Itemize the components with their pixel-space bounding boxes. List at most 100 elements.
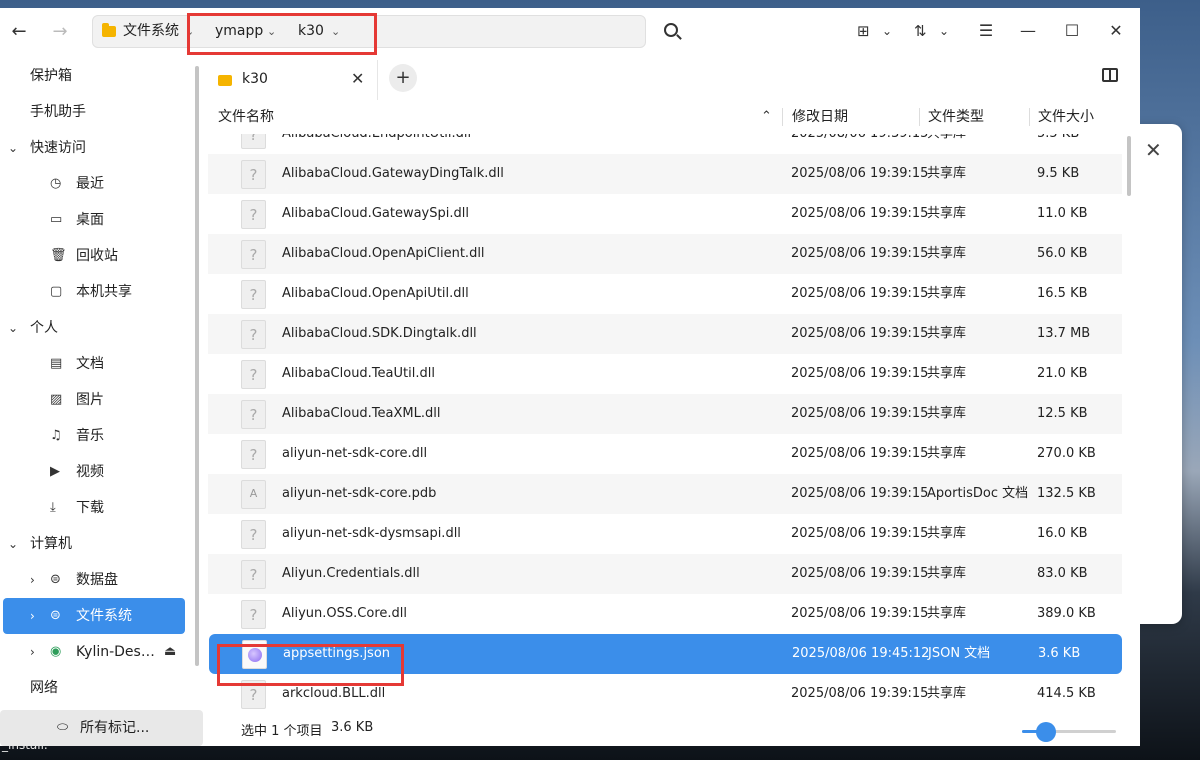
- file-name: AlibabaCloud.TeaUtil.dll: [282, 366, 435, 381]
- search-icon[interactable]: [664, 23, 678, 37]
- file-size: 56.0 KB: [1037, 246, 1088, 261]
- file-row[interactable]: ? Aliyun.OSS.Core.dll 2025/08/06 19:39:15 共…: [208, 594, 1122, 634]
- sidebar-group-personal[interactable]: ⌄ 个人: [0, 310, 200, 346]
- file-type: 共享库: [927, 686, 967, 701]
- file-row[interactable]: ? AlibabaCloud.SDK.Dingtalk.dll 2025/08/06…: [208, 314, 1122, 354]
- sidebar-item-label: 个人: [30, 320, 58, 336]
- forward-arrow-icon[interactable]: →: [48, 20, 72, 44]
- annotation-highlight-box: [187, 13, 377, 55]
- file-size: 132.5 KB: [1037, 486, 1096, 501]
- chevron-down-icon[interactable]: ⌄: [882, 22, 892, 40]
- sidebar-item-label: 桌面: [76, 212, 104, 228]
- file-type: 共享库: [927, 406, 967, 421]
- file-modified-date: 2025/08/06 19:39:15: [791, 606, 929, 621]
- file-list: ? AlibabaCloud.EndpointUtil.dll 2025/08/06…: [208, 134, 1122, 714]
- file-type: 共享库: [927, 134, 966, 154]
- tab-k30[interactable]: k30 ✕: [208, 60, 378, 100]
- zoom-slider-handle[interactable]: [1036, 722, 1056, 742]
- file-modified-date: 2025/08/06 19:39:15: [791, 166, 929, 181]
- sidebar-item-phone-assistant[interactable]: 手机助手: [0, 94, 200, 130]
- chevron-right-icon[interactable]: ›: [30, 562, 35, 598]
- chevron-down-icon[interactable]: ⌄: [8, 310, 18, 346]
- folder-icon: [102, 23, 116, 37]
- selection-count: 选中 1 个项目: [241, 724, 323, 739]
- column-divider[interactable]: [1029, 108, 1030, 126]
- minimize-button[interactable]: —: [1017, 20, 1039, 42]
- file-row[interactable]: ? AlibabaCloud.TeaUtil.dll 2025/08/06 19:3…: [208, 354, 1122, 394]
- file-row[interactable]: ? aliyun-net-sdk-dysmsapi.dll 2025/08/06 1…: [208, 514, 1122, 554]
- sidebar-item-music[interactable]: ♫ 音乐: [0, 418, 200, 454]
- chevron-right-icon[interactable]: ›: [30, 634, 35, 670]
- file-modified-date: 2025/08/06 19:39:15: [791, 446, 929, 461]
- file-row[interactable]: ? AlibabaCloud.OpenApiUtil.dll 2025/08/06 …: [208, 274, 1122, 314]
- all-tags-label: 所有标记...: [80, 720, 150, 736]
- sidebar-item-local-share[interactable]: ▢ 本机共享: [0, 274, 200, 310]
- sidebar-scrollbar[interactable]: [195, 66, 199, 666]
- file-name: AlibabaCloud.EndpointUtil.dll: [282, 134, 471, 154]
- download-icon: ⤓: [50, 500, 56, 515]
- sidebar-group-computer[interactable]: ⌄ 计算机: [0, 526, 200, 562]
- sidebar-toggle-icon[interactable]: [1102, 68, 1118, 82]
- disc-icon: ◉: [50, 644, 62, 659]
- file-row[interactable]: ? AlibabaCloud.TeaXML.dll 2025/08/06 19:39…: [208, 394, 1122, 434]
- background-close-icon[interactable]: ✕: [1145, 138, 1162, 162]
- sidebar-item-recent[interactable]: ◷ 最近: [0, 166, 200, 202]
- column-size[interactable]: 文件大小: [1038, 100, 1094, 134]
- breadcrumb-root[interactable]: 文件系统: [123, 16, 179, 47]
- sidebar-item-downloads[interactable]: ⤓ 下载: [0, 490, 200, 526]
- chevron-down-icon[interactable]: ⌄: [8, 130, 18, 166]
- sort-ascending-icon[interactable]: ⌃: [761, 100, 772, 134]
- add-tab-button[interactable]: +: [389, 64, 417, 92]
- close-icon[interactable]: ✕: [351, 69, 364, 88]
- sidebar-item-documents[interactable]: ▤ 文档: [0, 346, 200, 382]
- file-type: 共享库: [927, 446, 967, 461]
- sidebar-item-trash[interactable]: 🗑 回收站: [0, 238, 200, 274]
- column-header: 文件名称 ⌃ 修改日期 文件类型 文件大小: [208, 100, 1140, 134]
- eject-icon[interactable]: ⏏: [164, 634, 176, 670]
- file-size: 16.0 KB: [1037, 526, 1088, 541]
- sidebar-item-pictures[interactable]: ▨ 图片: [0, 382, 200, 418]
- file-name: AlibabaCloud.GatewayDingTalk.dll: [282, 166, 504, 181]
- sidebar-item-videos[interactable]: ▶ 视频: [0, 454, 200, 490]
- file-size: 21.0 KB: [1037, 366, 1088, 381]
- chevron-down-icon[interactable]: ⌄: [8, 526, 18, 562]
- view-mode-icon[interactable]: ⊞: [857, 22, 870, 40]
- file-row[interactable]: ? AlibabaCloud.GatewaySpi.dll 2025/08/06 1…: [208, 194, 1122, 234]
- column-divider[interactable]: [919, 108, 920, 126]
- file-row[interactable]: ? Aliyun.Credentials.dll 2025/08/06 19:39:…: [208, 554, 1122, 594]
- column-date[interactable]: 修改日期: [792, 100, 848, 134]
- column-divider[interactable]: [782, 108, 783, 126]
- sidebar-item-data-disk[interactable]: › ⊜ 数据盘: [0, 562, 200, 598]
- maximize-button[interactable]: ☐: [1061, 20, 1083, 42]
- sidebar-item-desktop[interactable]: ▭ 桌面: [0, 202, 200, 238]
- video-icon: ▶: [50, 464, 60, 479]
- sidebar-item-label: 回收站: [76, 248, 118, 264]
- back-arrow-icon[interactable]: ←: [7, 20, 31, 44]
- sort-icon[interactable]: ⇅: [914, 22, 927, 40]
- all-tags-button[interactable]: ⬭ 所有标记...: [0, 710, 203, 746]
- sidebar-group-quick-access[interactable]: ⌄ 快速访问: [0, 130, 200, 166]
- file-row[interactable]: ? AlibabaCloud.GatewayDingTalk.dll 2025/08…: [208, 154, 1122, 194]
- chevron-down-icon[interactable]: ⌄: [939, 22, 949, 40]
- menu-icon[interactable]: ☰: [975, 20, 997, 42]
- sidebar-item-kylin-desktop[interactable]: › ◉ Kylin-Des… ⏏: [0, 634, 200, 670]
- file-row[interactable]: Aaliyun-net-sdk-core.pdb 2025/08/06 19:39…: [208, 474, 1122, 514]
- file-type: 共享库: [927, 606, 967, 621]
- file-row[interactable]: ? AlibabaCloud.EndpointUtil.dll 2025/08/06…: [208, 134, 1122, 154]
- file-row[interactable]: ? AlibabaCloud.OpenApiClient.dll 2025/08/0…: [208, 234, 1122, 274]
- close-button[interactable]: ✕: [1105, 20, 1127, 42]
- file-size: 12.5 KB: [1037, 406, 1088, 421]
- file-list-scrollbar[interactable]: [1127, 136, 1131, 196]
- sidebar-item-label: 保护箱: [30, 68, 72, 84]
- file-size: 16.5 KB: [1037, 286, 1088, 301]
- sidebar-item-network[interactable]: 网络: [0, 670, 200, 706]
- sidebar-item-file-system[interactable]: › ⊜ 文件系统: [3, 598, 185, 634]
- chevron-right-icon[interactable]: ›: [30, 598, 35, 634]
- sidebar-item-vault[interactable]: 保护箱: [0, 58, 200, 94]
- file-row[interactable]: ? aliyun-net-sdk-core.dll 2025/08/06 19:39…: [208, 434, 1122, 474]
- tag-icon: ⬭: [57, 720, 69, 735]
- column-type[interactable]: 文件类型: [928, 100, 984, 134]
- file-size: 83.0 KB: [1037, 566, 1088, 581]
- file-modified-date: 2025/08/06 19:39:15: [791, 486, 929, 501]
- column-name[interactable]: 文件名称: [218, 100, 274, 134]
